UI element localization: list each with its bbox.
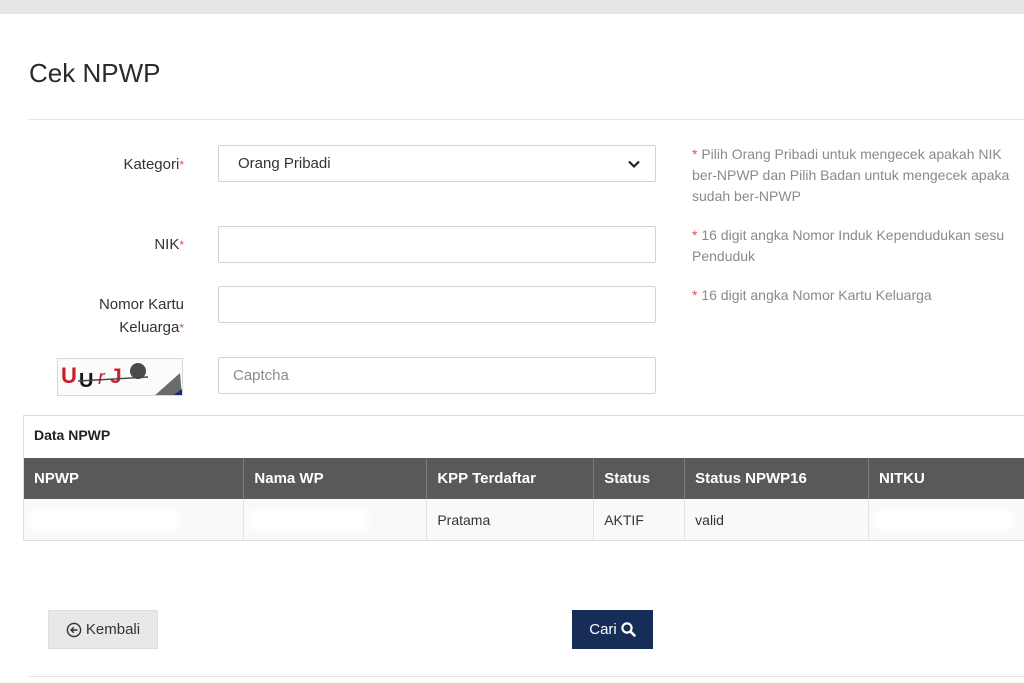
cell-nitku <box>868 499 1024 540</box>
circle-arrow-left-icon <box>66 622 82 637</box>
table-caption: Data NPWP <box>34 427 111 443</box>
cell-npwp <box>24 499 245 540</box>
col-status: Status <box>593 458 686 499</box>
kategori-select[interactable]: Orang Pribadi <box>218 145 656 182</box>
kategori-hint: * Pilih Orang Pribadi untuk mengecek apa… <box>692 146 1010 204</box>
nik-hint: * 16 digit angka Nomor Induk Kependuduka… <box>692 227 1005 264</box>
col-nitku: NITKU <box>868 458 1024 499</box>
kk-input[interactable] <box>218 286 656 323</box>
cell-kpp: Pratama <box>426 499 595 540</box>
search-button-label: Cari <box>589 621 617 638</box>
col-status-npwp16: Status NPWP16 <box>684 458 869 499</box>
kategori-label: Kategori* <box>123 156 184 173</box>
browser-top-strip <box>0 0 1024 14</box>
data-npwp-panel: Data NPWP NPWP Nama WP KPP Terdaftar Sta… <box>23 415 1024 541</box>
svg-text:U: U <box>61 363 77 388</box>
svg-text:J: J <box>110 365 122 388</box>
back-button[interactable]: Kembali <box>48 610 158 649</box>
kk-label: Nomor Kartu Keluarga* <box>98 296 184 336</box>
table-row: Pratama AKTIF valid <box>24 499 1024 540</box>
cell-nama-wp <box>243 499 428 540</box>
col-npwp: NPWP <box>24 458 245 499</box>
kategori-selected-value: Orang Pribadi <box>238 155 331 172</box>
cell-status: AKTIF <box>593 499 686 540</box>
captcha-image: U U r J <box>57 358 183 396</box>
search-icon <box>621 622 636 637</box>
kk-hint: * 16 digit angka Nomor Kartu Keluarga <box>692 287 932 303</box>
chevron-down-icon <box>628 160 640 168</box>
divider-bottom <box>29 676 1024 677</box>
nik-input[interactable] <box>218 226 656 263</box>
cell-status-npwp16: valid <box>684 499 869 540</box>
search-button[interactable]: Cari <box>572 610 653 649</box>
back-button-label: Kembali <box>85 621 141 638</box>
col-nama-wp: Nama WP <box>243 458 428 499</box>
nik-label: NIK* <box>154 236 184 253</box>
divider <box>29 119 1024 120</box>
page-title: Cek NPWP <box>29 58 161 88</box>
col-kpp: KPP Terdaftar <box>426 458 595 499</box>
npwp-table: NPWP Nama WP KPP Terdaftar Status Status… <box>24 458 1024 540</box>
captcha-input[interactable]: Captcha <box>218 357 656 394</box>
